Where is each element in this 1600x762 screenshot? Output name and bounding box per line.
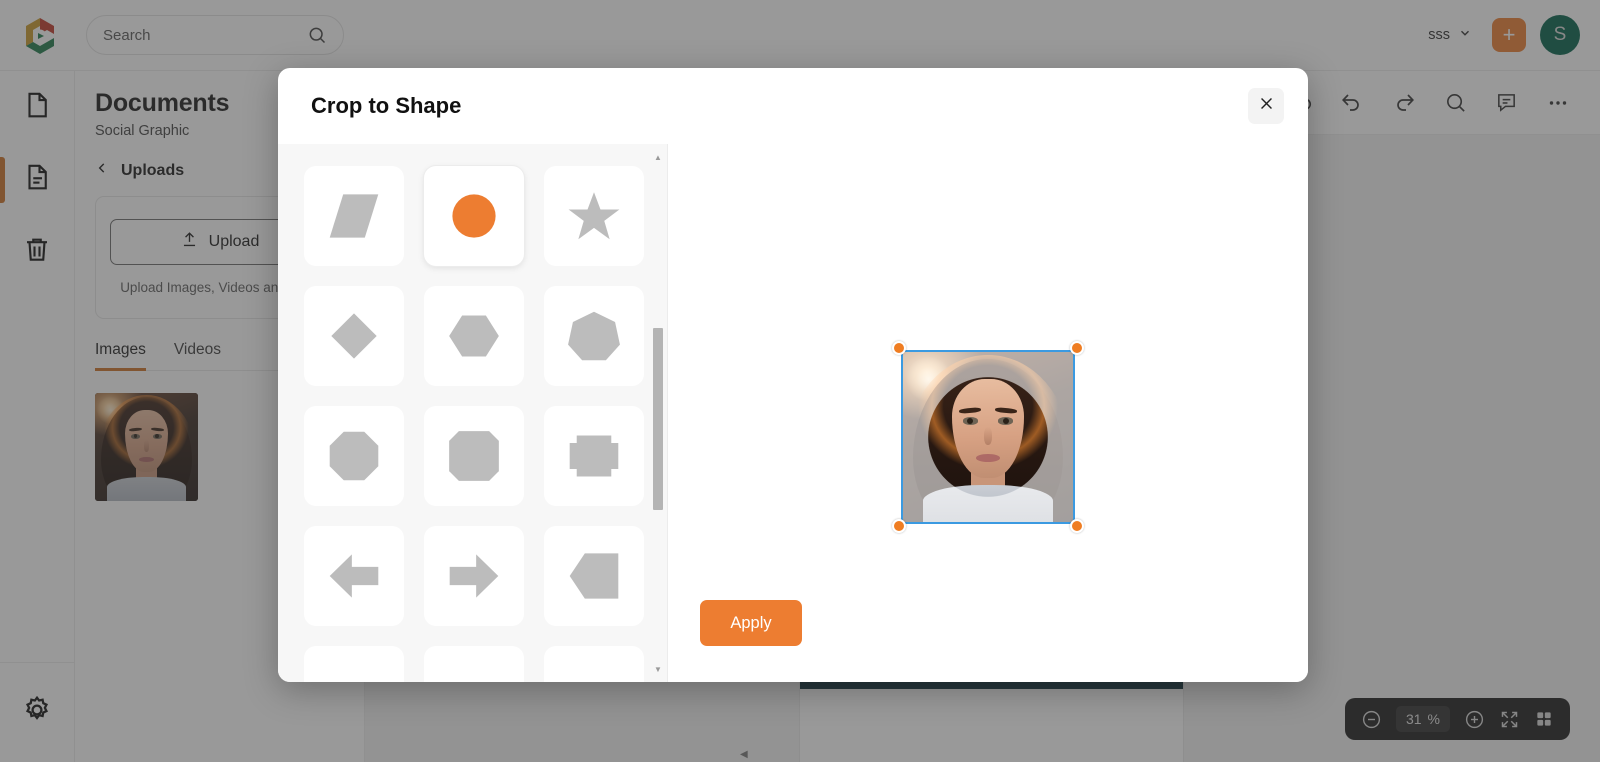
- crop-selection[interactable]: [892, 341, 1084, 533]
- shape-tile-arrow-right[interactable]: [424, 526, 524, 626]
- app-root: sss + S: [0, 0, 1600, 762]
- shape-tile-cross-square[interactable]: [544, 406, 644, 506]
- crop-frame: [901, 350, 1075, 524]
- scroll-up-arrow-icon[interactable]: ▲: [654, 154, 662, 162]
- shape-tile-arrow-left[interactable]: [304, 526, 404, 626]
- shape-tile-hexagon[interactable]: [424, 286, 524, 386]
- apply-button[interactable]: Apply: [700, 600, 802, 646]
- shape-tile-octagon[interactable]: [304, 406, 404, 506]
- shape-tile-star[interactable]: [544, 166, 644, 266]
- shape-tile-pentagon-left[interactable]: [544, 526, 644, 626]
- dialog-header: Crop to Shape: [278, 68, 1308, 144]
- shape-tile-row5-2[interactable]: [424, 646, 524, 682]
- close-button[interactable]: [1248, 88, 1284, 124]
- shape-tile-heptagon[interactable]: [544, 286, 644, 386]
- shape-tile-parallelogram[interactable]: [304, 166, 404, 266]
- circle-crop-mask: [903, 352, 1073, 522]
- shape-list-scrollbar[interactable]: ▲ ▼: [652, 154, 664, 674]
- shape-grid: [278, 144, 667, 682]
- dialog-body: ▲ ▼ Apply: [278, 144, 1308, 682]
- scroll-down-arrow-icon[interactable]: ▼: [654, 666, 662, 674]
- shape-tile-rounded-octagon[interactable]: [424, 406, 524, 506]
- resize-handle-top-right[interactable]: [1070, 341, 1084, 355]
- shape-tile-circle[interactable]: [424, 166, 524, 266]
- crop-to-shape-dialog: Crop to Shape ▲ ▼ Apply: [278, 68, 1308, 682]
- shape-picker-pane: ▲ ▼: [278, 144, 668, 682]
- shape-tile-row5-1[interactable]: [304, 646, 404, 682]
- shape-tile-diamond[interactable]: [304, 286, 404, 386]
- scrollbar-thumb[interactable]: [653, 328, 663, 510]
- resize-handle-bottom-right[interactable]: [1070, 519, 1084, 533]
- shape-tile-row5-3[interactable]: [544, 646, 644, 682]
- scrollbar-rail[interactable]: [652, 162, 664, 666]
- crop-preview-pane: Apply: [668, 144, 1308, 682]
- resize-handle-top-left[interactable]: [892, 341, 906, 355]
- close-icon: [1258, 95, 1275, 117]
- dialog-title: Crop to Shape: [311, 93, 462, 118]
- resize-handle-bottom-left[interactable]: [892, 519, 906, 533]
